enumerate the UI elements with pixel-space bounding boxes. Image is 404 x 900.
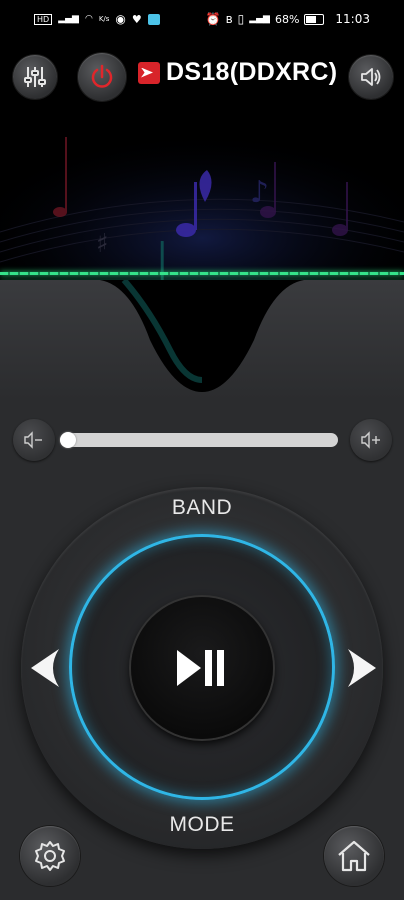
home-button[interactable] [324, 826, 384, 886]
ds18-logo [138, 61, 160, 84]
play-pause-button[interactable] [131, 597, 273, 739]
music-notes-graphic: ♯ ♩ ♪ [0, 112, 404, 292]
arrow-right-icon [348, 649, 376, 687]
volume-slider-thumb[interactable] [60, 432, 76, 448]
battery-icon [304, 13, 325, 25]
volume-down-icon [24, 431, 42, 449]
equalizer-button[interactable] [13, 55, 57, 99]
alarm-icon: ⏰ [205, 12, 221, 26]
mode-button[interactable]: MODE [142, 813, 262, 837]
play-pause-icon [177, 650, 224, 686]
home-icon [338, 840, 370, 872]
status-right: ⏰ ʙ ▯ ▂▄▆ 68% 11:03 [206, 12, 370, 26]
heart-icon: ♥ [131, 12, 142, 26]
svg-text:♪: ♪ [250, 175, 269, 210]
speed-icon: K/s [98, 15, 110, 23]
music-visualizer: ♯ ♩ ♪ [0, 112, 404, 292]
status-left-icons: HD ▂▄▆ ◠ K/s ◉ ♥ [34, 12, 160, 26]
cell-signal-icon: ▂▄▆ [249, 14, 270, 24]
top-bar: DS18(DDXRC) [0, 40, 404, 112]
sim-icon: HD [34, 13, 53, 25]
signal-icon: ▂▄▆ [58, 14, 79, 24]
settings-button[interactable] [20, 826, 80, 886]
power-icon [91, 64, 113, 88]
notch-shape [0, 280, 404, 400]
eye-icon: ◉ [115, 12, 126, 26]
svg-text:♯: ♯ [96, 229, 109, 259]
status-bar: HD ▂▄▆ ◠ K/s ◉ ♥ ⏰ ʙ ▯ ▂▄▆ 68% 11:03 [0, 0, 404, 40]
volume-up-icon [361, 431, 380, 449]
power-button[interactable] [78, 53, 126, 101]
volume-down-button[interactable] [13, 419, 55, 461]
band-button[interactable]: BAND [142, 496, 262, 520]
prev-button[interactable] [25, 645, 65, 691]
volume-row [0, 418, 404, 462]
speaker-icon [361, 68, 381, 86]
volume-up-button[interactable] [350, 419, 392, 461]
level-bar-top [0, 272, 404, 275]
device-title-group: DS18(DDXRC) [138, 58, 337, 87]
next-button[interactable] [342, 645, 382, 691]
arrow-left-icon [31, 649, 59, 687]
volume-slider[interactable] [60, 432, 338, 448]
speaker-button[interactable] [349, 55, 393, 99]
bluetooth-icon: ʙ [225, 12, 233, 26]
wifi-icon: ◠ [84, 14, 93, 24]
gear-icon [35, 841, 65, 871]
battery-percent: 68% [274, 12, 300, 26]
app-icon [147, 13, 160, 25]
vibrate-icon: ▯ [237, 12, 245, 26]
clock: 11:03 [335, 12, 370, 26]
equalizer-icon [24, 67, 46, 87]
device-title: DS18(DDXRC) [166, 58, 338, 86]
